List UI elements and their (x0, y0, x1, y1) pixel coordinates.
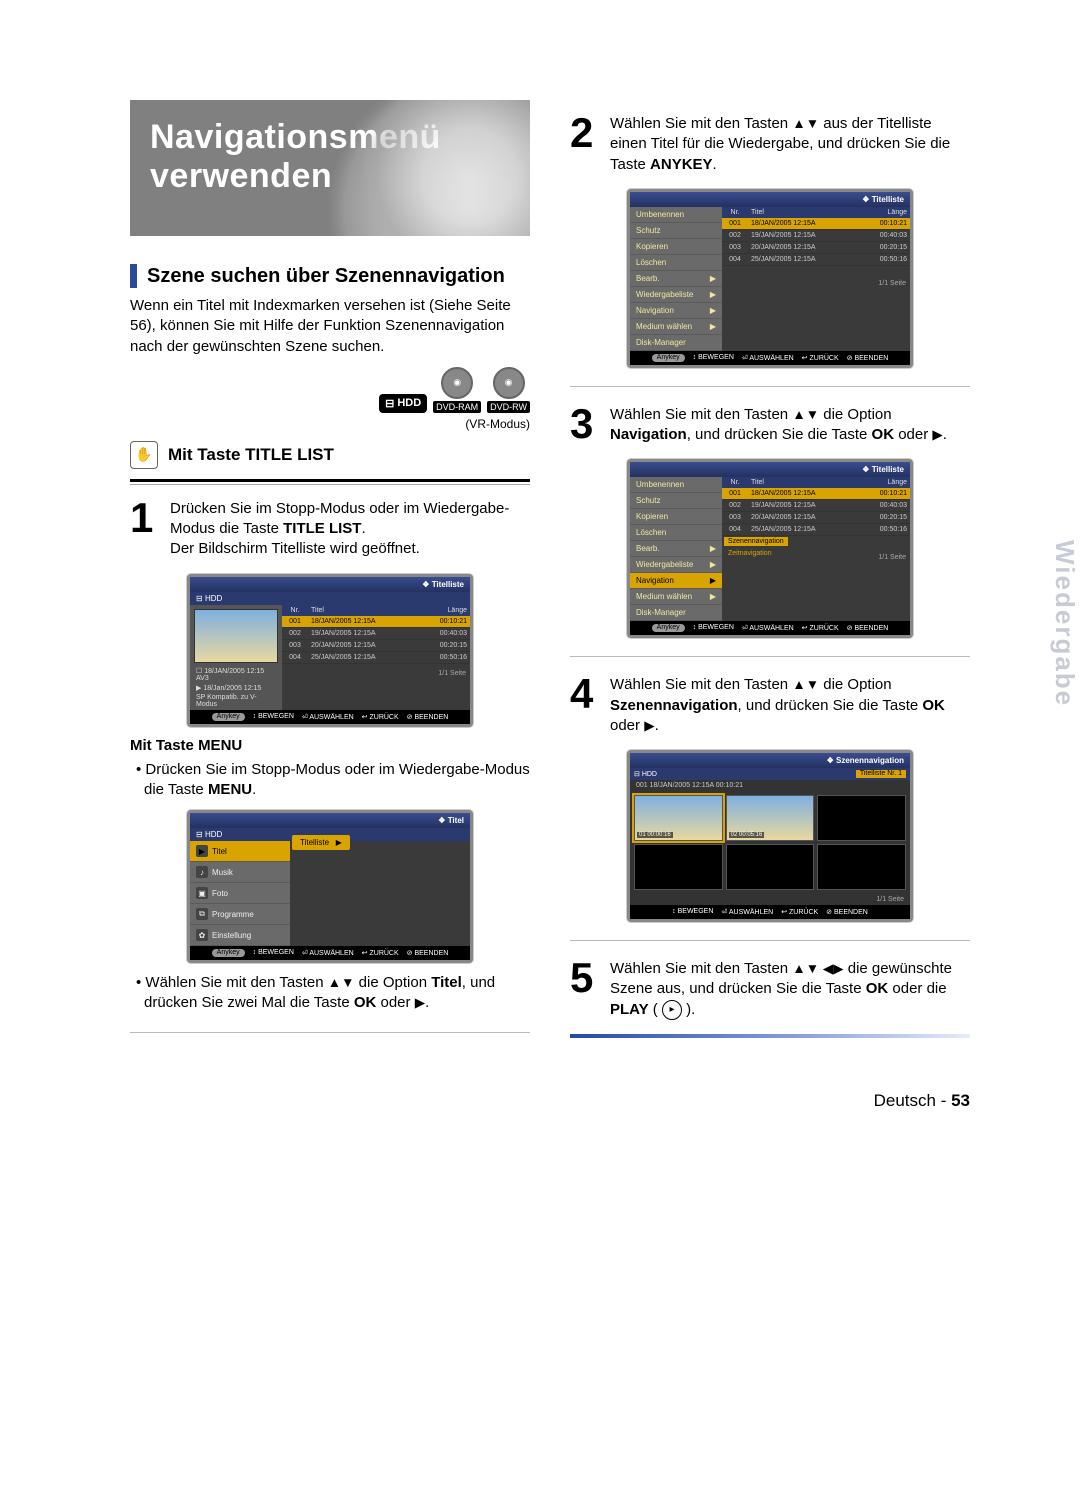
chapter-title: Navigationsmenü verwenden (130, 100, 530, 236)
dvd-rw-badge: ◉ DVD-RW (487, 367, 530, 413)
play-icon: ▸ (662, 1000, 682, 1020)
section-heading: Szene suchen über Szenennavigation (130, 264, 530, 288)
arrows-all-icon (792, 961, 843, 976)
right-icon (415, 995, 425, 1010)
left-column: Navigationsmenü verwenden Szene suchen ü… (130, 100, 530, 1051)
media-badges: ⊟HDD ◉ DVD-RAM ◉ DVD-RW (130, 367, 530, 413)
step-number: 2 (570, 114, 600, 175)
step-5: 5 Wählen Sie mit den Tasten die gewünsch… (570, 959, 970, 1020)
step-number: 4 (570, 675, 600, 736)
step-3: 3 Wählen Sie mit den Tasten die Option N… (570, 405, 970, 446)
section-bar-icon (130, 264, 137, 288)
step-text: Wählen Sie mit den Tasten die gewünschte… (610, 959, 970, 1020)
step-number: 1 (130, 499, 160, 560)
menu-bullet-2: • Wählen Sie mit den Tasten die Option T… (130, 973, 530, 1014)
side-tab-label: Wiedergabe (1049, 540, 1080, 707)
right-icon (932, 427, 942, 442)
step-text: Wählen Sie mit den Tasten aus der Titell… (610, 114, 970, 175)
gradient-rule (570, 1034, 970, 1038)
updown-icon (328, 975, 355, 990)
popup-titelliste: Titelliste ▶ (292, 835, 350, 850)
screenshot-navigation-submenu: ❖ Titelliste Umbenennen Schutz Kopieren … (627, 459, 913, 638)
screenshot-scene-navigation: ❖ Szenennavigation ⊟ HDD Titelliste Nr. … (627, 750, 913, 922)
step-4: 4 Wählen Sie mit den Tasten die Option S… (570, 675, 970, 736)
chapter-title-text: Navigationsmenü verwenden (150, 118, 510, 196)
subhead-text: Mit Taste TITLE LIST (168, 445, 334, 465)
step-text: Wählen Sie mit den Tasten die Option Sze… (610, 675, 970, 736)
section-title: Szene suchen über Szenennavigation (147, 265, 505, 288)
screenshot-titlelist: ❖ Titelliste ⊟ HDD ☐ 18/JAN/2005 12:15 A… (187, 574, 473, 727)
section-intro: Wenn ein Titel mit Indexmarken versehen … (130, 296, 530, 357)
step-2: 2 Wählen Sie mit den Tasten aus der Tite… (570, 114, 970, 175)
subhead-menu: Mit Taste MENU (130, 737, 530, 754)
preview-thumbnail-icon (194, 609, 278, 663)
step-number: 3 (570, 405, 600, 446)
right-column: 2 Wählen Sie mit den Tasten aus der Tite… (570, 100, 970, 1051)
dvd-ram-badge: ◉ DVD-RAM (433, 367, 481, 413)
screenshot-context-menu: ❖ Titelliste Umbenennen Schutz Kopieren … (627, 189, 913, 368)
screenshot-menu: ❖ Titel ⊟ HDD ▶Titel ♪Musik ▣Foto ⧉Progr… (187, 810, 473, 963)
step-1: 1 Drücken Sie im Stopp-Modus oder im Wie… (130, 499, 530, 560)
subhead-title-list: ✋ Mit Taste TITLE LIST (130, 441, 530, 469)
vr-mode-note: (VR-Modus) (130, 417, 530, 431)
hand-icon: ✋ (130, 441, 158, 469)
step-number: 5 (570, 959, 600, 1020)
updown-icon (792, 116, 819, 131)
step-text: Wählen Sie mit den Tasten die Option Nav… (610, 405, 970, 446)
right-icon (644, 718, 654, 733)
step-text: Drücken Sie im Stopp-Modus oder im Wiede… (170, 499, 530, 560)
updown-icon (792, 407, 819, 422)
hdd-badge: ⊟HDD (379, 394, 427, 413)
menu-bullet-1: • Drücken Sie im Stopp-Modus oder im Wie… (130, 760, 530, 801)
page-footer: Deutsch - 53 (130, 1091, 970, 1111)
updown-icon (792, 677, 819, 692)
